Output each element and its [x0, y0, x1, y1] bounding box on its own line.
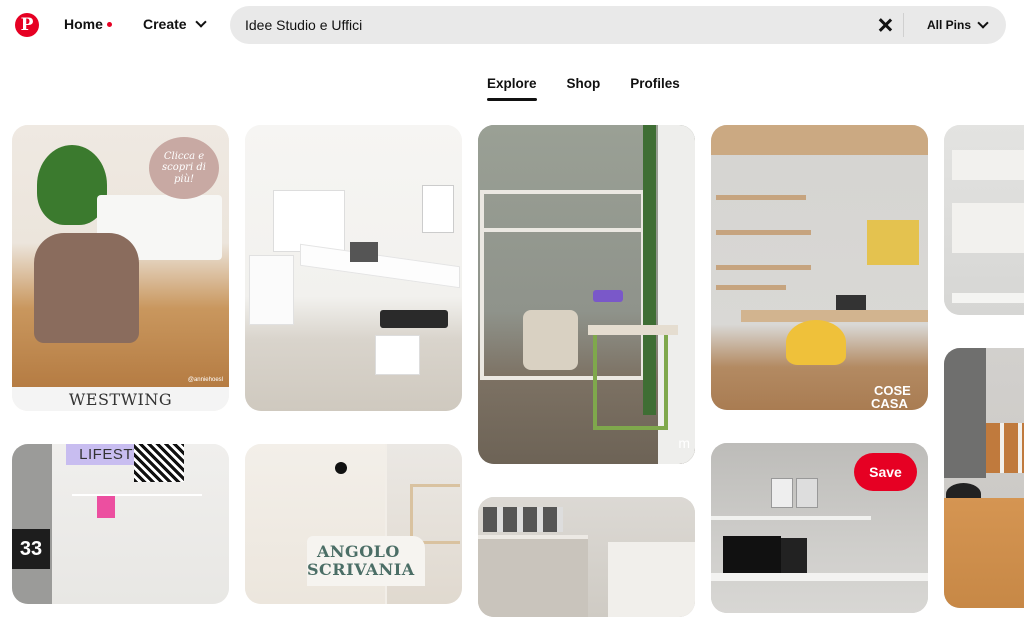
chevron-down-icon — [977, 16, 989, 29]
number-badge-text: 33 — [19, 537, 43, 560]
desk-top — [741, 310, 928, 322]
shelf-block — [952, 203, 1024, 253]
left-wall — [12, 444, 52, 604]
tab-shop[interactable]: Shop — [567, 76, 601, 101]
number-badge: 33 — [12, 529, 50, 569]
storage-box — [375, 335, 420, 375]
pin-card[interactable]: m — [478, 125, 695, 464]
filter-dropdown[interactable]: All Pins — [927, 16, 989, 32]
clear-search-icon[interactable] — [875, 15, 895, 35]
chair-shape — [34, 233, 139, 343]
neon-sign — [593, 290, 623, 302]
top-nav-bar: P Home Create Idee Studio e Uffici All P… — [0, 0, 1024, 52]
watermark: m — [678, 435, 690, 451]
desk-leg-frame — [593, 335, 668, 430]
pattern-art — [134, 444, 184, 482]
save-button[interactable]: Save — [854, 453, 917, 491]
laptop — [836, 295, 866, 310]
desk-top — [711, 573, 928, 581]
printer — [380, 310, 448, 328]
search-bar[interactable]: Idee Studio e Uffici All Pins — [230, 6, 1006, 44]
promo-bubble-text: Clicca e scopri di più! — [162, 150, 206, 185]
wall-shelf-right — [410, 484, 460, 544]
photo-frames — [483, 507, 563, 532]
laptop — [350, 242, 378, 262]
pin-card[interactable]: COSE CASA — [711, 125, 928, 410]
title-line-2: SCRIVANIA — [307, 560, 415, 579]
frame — [771, 478, 793, 508]
search-tabs: Explore Shop Profiles — [487, 76, 680, 101]
pin-card[interactable]: ANGOLO SCRIVANIA — [245, 444, 462, 604]
shelf-unit — [273, 190, 345, 252]
pin-card[interactable]: Save — [711, 443, 928, 613]
watermark-bottom: CASA — [871, 396, 908, 410]
poster — [781, 538, 807, 573]
wall-shelf — [716, 265, 811, 270]
clock-center — [335, 462, 347, 474]
wall-shelf — [711, 516, 871, 520]
bookshelf — [478, 535, 588, 617]
notification-dot-icon — [106, 21, 112, 27]
ceiling-shelf — [711, 125, 928, 155]
wall-shelf — [716, 285, 786, 290]
shelf-block — [952, 150, 1024, 180]
pinterest-logo-icon[interactable]: P — [15, 13, 39, 37]
create-menu-button[interactable]: Create — [143, 15, 207, 32]
search-input[interactable]: Idee Studio e Uffici — [245, 17, 362, 33]
desk-top — [588, 325, 678, 335]
window-light — [608, 542, 695, 617]
chair-yellow — [786, 320, 846, 365]
chair — [523, 310, 578, 370]
pin-card[interactable] — [245, 125, 462, 411]
filter-label: All Pins — [927, 18, 972, 32]
pin-card[interactable]: LIFESTYLE 33 — [12, 444, 229, 604]
yellow-panel — [867, 220, 919, 265]
drawer-unit — [249, 255, 294, 325]
shelf-line — [480, 228, 645, 232]
create-label: Create — [143, 16, 187, 32]
wood-cabinet — [944, 498, 1024, 608]
home-label: Home — [64, 16, 103, 32]
frame — [796, 478, 818, 508]
wall-shelf — [716, 195, 806, 200]
pin-card[interactable] — [478, 497, 695, 617]
pink-card — [97, 496, 115, 518]
chevron-down-icon — [194, 15, 207, 28]
brand-caption: WESTWING — [68, 389, 173, 409]
pin-card[interactable]: Clicca e scopri di più! @anniehoesl WEST… — [12, 125, 229, 411]
tab-profiles[interactable]: Profiles — [630, 76, 680, 101]
tab-explore[interactable]: Explore — [487, 76, 537, 101]
promo-bubble: Clicca e scopri di più! — [149, 137, 219, 199]
wall-art — [422, 185, 454, 233]
wall-shelf — [716, 230, 811, 235]
caption-bar: WESTWING — [12, 387, 229, 411]
wood-shelves — [986, 423, 1024, 473]
shelf-line — [72, 494, 202, 496]
home-nav-link[interactable]: Home — [64, 16, 112, 32]
pin-card[interactable] — [944, 348, 1024, 608]
title-line-1: ANGOLO — [317, 542, 400, 561]
search-divider — [903, 13, 904, 37]
photo-credit: @anniehoesl — [187, 377, 223, 383]
monitor — [723, 536, 781, 578]
dark-wall — [944, 348, 986, 478]
shelf-base — [952, 293, 1024, 303]
pin-card[interactable] — [944, 125, 1024, 315]
